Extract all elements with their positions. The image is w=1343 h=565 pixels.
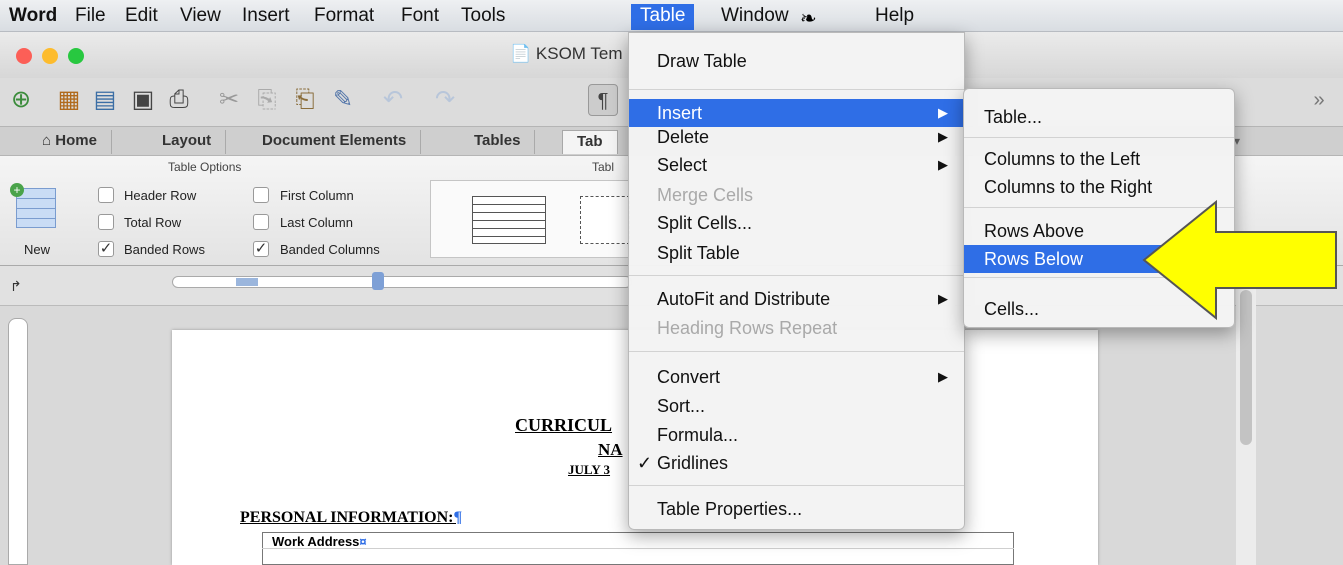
total-row-checkbox[interactable] [98,214,114,230]
indent-marker-icon[interactable] [372,272,384,290]
undo-icon[interactable]: ↶ [378,84,408,116]
new-document-icon[interactable]: ⊕ [6,84,36,116]
table-styles-label: Tabl [592,160,615,174]
menu-edit[interactable]: Edit [116,4,167,30]
tab-table-layout[interactable]: Tab [562,130,618,154]
home-icon: ⌂ [42,132,52,149]
save-icon[interactable]: ▣ [128,84,158,116]
menu-item-split-cells[interactable]: Split Cells... [629,209,964,237]
menu-view[interactable]: View [171,4,230,30]
menu-separator [629,89,964,90]
table-style-plain[interactable] [472,196,546,244]
banded-columns-checkbox[interactable]: ✓ [253,241,269,257]
menu-item-insert-table[interactable]: Table... [964,103,1234,131]
table-style-dashed[interactable] [580,196,630,244]
yellow-pointer-arrow-icon [1142,199,1337,321]
menu-item-autofit[interactable]: AutoFit and Distribute ▶ [629,285,964,313]
cv-heading: CURRICUL [515,415,613,435]
menu-item-split-table[interactable]: Split Table [629,239,964,267]
checkmark-icon: ✓ [637,453,653,473]
menu-bar: Word File Edit View Insert Format Font T… [0,0,1343,32]
print-icon[interactable]: ⎙ [164,84,194,116]
paragraph-mark-icon: ¶ [453,509,463,526]
menu-item-table-properties[interactable]: Table Properties... [629,495,964,523]
header-row-checkbox[interactable] [98,187,114,203]
cv-name: NA [598,440,623,459]
last-column-checkbox[interactable] [253,214,269,230]
cv-date: JULY 3 [568,462,611,477]
table-options-label: Table Options [168,160,242,174]
new-table-label: New [24,242,51,257]
first-column-checkbox[interactable] [253,187,269,203]
menu-file[interactable]: File [66,4,115,30]
section-heading: PERSONAL INFORMATION:¶ [240,509,463,526]
total-row-label: Total Row [124,215,182,230]
minimize-window-button[interactable] [42,48,58,64]
window-title: 📄 KSOM Tem [510,44,623,63]
menu-item-columns-right[interactable]: Columns to the Right [964,173,1234,201]
toolbar-overflow-icon[interactable]: » [1304,84,1334,116]
menu-separator [629,485,964,486]
menu-separator [964,137,1234,138]
menu-item-gridlines[interactable]: ✓ Gridlines [629,449,964,477]
banded-rows-checkbox[interactable]: ✓ [98,241,114,257]
menu-window[interactable]: Window [712,4,798,30]
column-marker[interactable] [236,278,258,286]
add-icon: + [10,183,24,197]
tab-layout[interactable]: Layout [148,130,227,154]
menu-item-sort[interactable]: Sort... [629,392,964,420]
first-column-label: First Column [280,188,354,203]
menu-tools[interactable]: Tools [452,4,514,30]
menu-item-draw-table[interactable]: Draw Table [629,47,964,75]
menu-separator [629,275,964,276]
table-gridline [262,548,1014,549]
last-column-label: Last Column [280,215,353,230]
templates-icon[interactable]: ▦ [54,84,84,116]
show-formatting-icon[interactable]: ¶ [588,84,618,116]
header-row-label: Header Row [124,188,197,203]
work-address-cell[interactable]: Work Address¤ [272,534,367,549]
paste-icon[interactable]: ⎗ [290,84,320,116]
submenu-arrow-icon: ▶ [938,369,948,384]
tab-document-elements[interactable]: Document Elements [248,130,422,154]
menu-item-heading-rows-repeat: Heading Rows Repeat [657,318,838,338]
copy-icon[interactable]: ⎘ [252,84,282,116]
vertical-ruler [8,318,28,565]
submenu-arrow-icon: ▶ [938,291,948,306]
menu-insert[interactable]: Insert [233,4,299,30]
zoom-window-button[interactable] [68,48,84,64]
menu-item-formula[interactable]: Formula... [629,421,964,449]
menu-item-select[interactable]: Select ▶ [629,151,964,179]
script-menu-icon[interactable]: ❧ [800,6,817,31]
tab-tables[interactable]: Tables [460,130,536,154]
menu-word[interactable]: Word [0,4,66,30]
redo-icon[interactable]: ↷ [430,84,460,116]
menu-help[interactable]: Help [866,4,923,30]
banded-rows-label: Banded Rows [124,242,205,257]
format-painter-icon[interactable]: ✎ [328,84,358,116]
tab-home[interactable]: ⌂ Home [28,130,112,154]
table-menu: Draw Table Insert ▶ Delete ▶ Select ▶ Merge… [628,32,965,530]
menu-item-convert[interactable]: Convert ▶ [629,363,964,391]
menu-table[interactable]: Table [631,4,695,30]
submenu-arrow-icon: ▶ [938,157,948,172]
menu-separator [629,351,964,352]
document-icon: 📄 [510,44,532,63]
menu-item-merge-cells: Merge Cells [657,185,754,205]
cut-icon[interactable]: ✂ [214,84,244,116]
menu-font[interactable]: Font [392,4,448,30]
submenu-arrow-icon: ▶ [938,129,948,144]
menu-format[interactable]: Format [305,4,383,30]
banded-columns-label: Banded Columns [280,242,380,257]
menu-item-columns-left[interactable]: Columns to the Left [964,145,1234,173]
open-icon[interactable]: ▤ [90,84,120,116]
tab-stop-selector-icon[interactable]: ↱ [10,278,22,295]
menu-item-delete[interactable]: Delete ▶ [629,123,964,151]
close-window-button[interactable] [16,48,32,64]
